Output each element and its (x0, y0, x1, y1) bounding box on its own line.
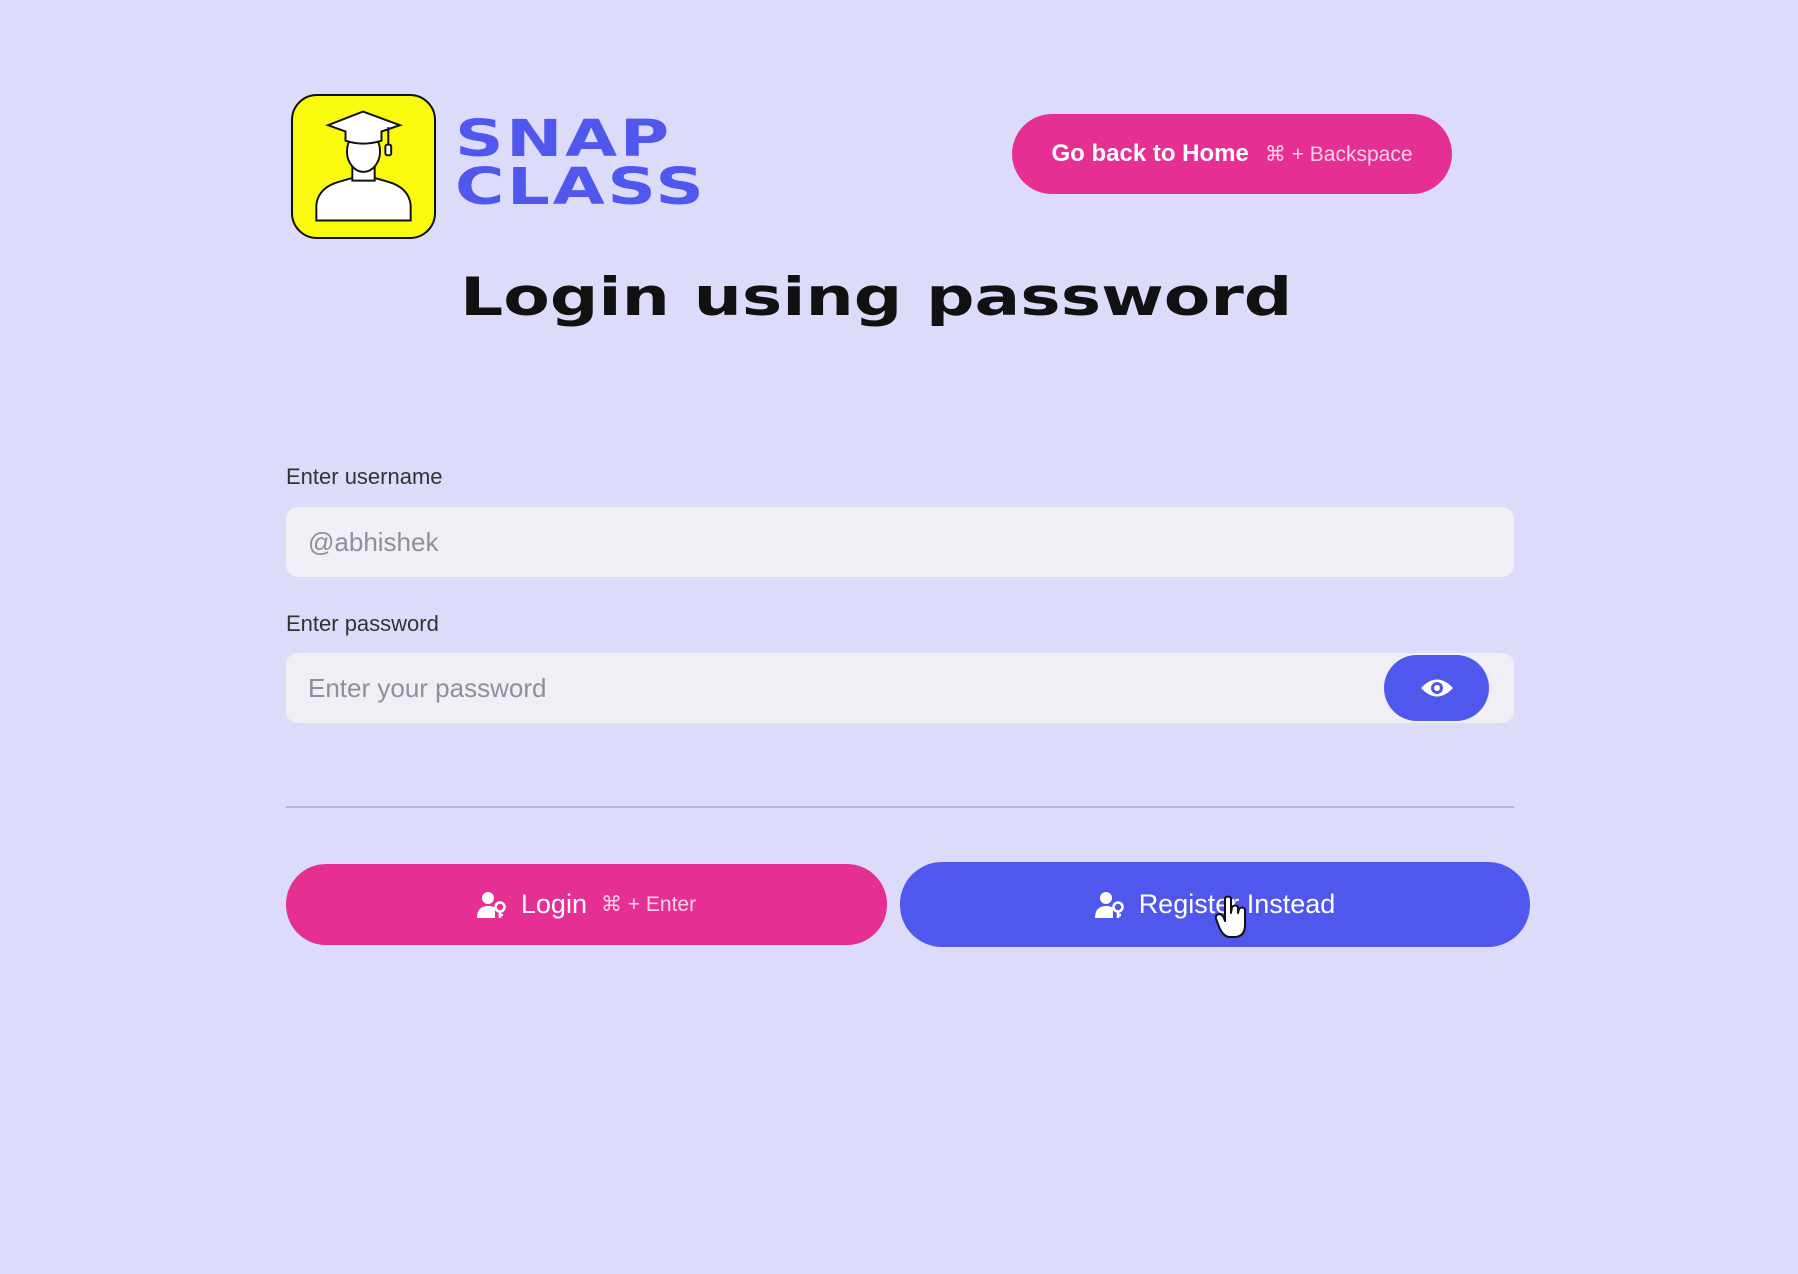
page-title: Login using password (460, 267, 1293, 328)
go-back-home-button[interactable]: Go back to Home ⌘ + Backspace (1012, 114, 1452, 194)
brand-line-2: CLASS (455, 158, 707, 217)
login-button[interactable]: Login ⌘ + Enter (286, 864, 887, 945)
register-instead-button[interactable]: Register Instead (900, 862, 1530, 947)
login-shortcut-hint: ⌘ + Enter (600, 893, 697, 916)
brand-wordmark: SNAP CLASS (455, 110, 707, 217)
toggle-password-visibility-button[interactable] (1384, 655, 1489, 721)
eye-icon (1420, 679, 1453, 697)
home-shortcut-hint: ⌘ + Backspace (1264, 142, 1413, 166)
username-input[interactable] (286, 507, 1514, 577)
go-back-home-label: Go back to Home (1051, 140, 1249, 167)
user-key-icon (476, 891, 506, 918)
password-input[interactable] (286, 653, 1514, 723)
username-label: Enter username (286, 464, 443, 489)
divider (286, 806, 1514, 808)
login-page: SNAP CLASS Go back to Home ⌘ + Backspace… (0, 0, 1798, 1274)
graduate-silhouette-icon (315, 110, 412, 222)
login-label: Login (520, 889, 587, 919)
password-label: Enter password (286, 611, 439, 636)
user-key-icon (1094, 891, 1124, 918)
brand-line-1: SNAP (455, 110, 672, 169)
register-label: Register Instead (1138, 889, 1336, 919)
logo (291, 94, 436, 239)
